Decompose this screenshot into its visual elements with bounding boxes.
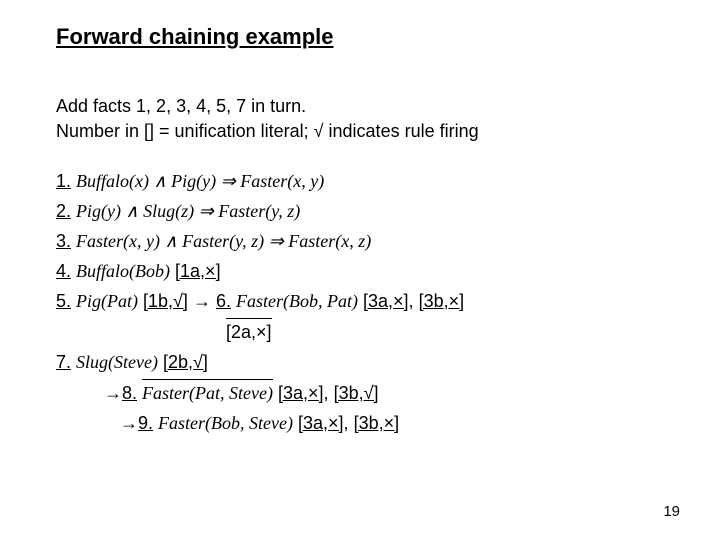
rule-9-tagb: [3b,×] xyxy=(354,413,400,433)
slide-title: Forward chaining example xyxy=(56,24,680,50)
rule-6-num: 6. xyxy=(216,291,231,311)
rule-2: 2. Pig(y) ∧ Slug(z) ⇒ Faster(y, z) xyxy=(56,198,680,226)
rule-1-num: 1. xyxy=(56,171,71,191)
rule-9-taga: [3a,×] xyxy=(298,413,344,433)
rule-9-body: Faster(Bob, Steve) xyxy=(158,413,293,433)
rule-9-comma: , xyxy=(344,413,349,433)
rule-7-num: 7. xyxy=(56,352,71,372)
intro-line1: Add facts 1, 2, 3, 4, 5, 7 in turn. xyxy=(56,96,306,116)
rule-1-body: Buffalo(x) ∧ Pig(y) ⇒ Faster(x, y) xyxy=(76,171,324,191)
rule-3: 3. Faster(x, y) ∧ Faster(y, z) ⇒ Faster(… xyxy=(56,228,680,256)
rule-4-tag: [1a,×] xyxy=(175,261,221,281)
rule-5-sub: [2a,×] xyxy=(226,318,680,347)
rule-3-body: Faster(x, y) ∧ Faster(y, z) ⇒ Faster(x, … xyxy=(76,231,371,251)
rule-8-tagb: [3b,√] xyxy=(334,383,379,403)
rule-2-num: 2. xyxy=(56,201,71,221)
rule-6-comma: , xyxy=(409,291,414,311)
rule-3-num: 3. xyxy=(56,231,71,251)
checkmark-icon: √ xyxy=(314,121,324,141)
rule-5-box: [2a,×] xyxy=(226,318,272,347)
rule-5-tag1: [1b,√] xyxy=(143,291,188,311)
rule-4: 4. Buffalo(Bob) [1a,×] xyxy=(56,258,680,286)
rule-8-num: 8. xyxy=(122,383,137,403)
rule-5: 5. Pig(Pat) [1b,√] → 6. Faster(Bob, Pat)… xyxy=(56,288,680,316)
rule-6-tagb: [3b,×] xyxy=(419,291,465,311)
rule-7-tag: [2b,√] xyxy=(163,352,208,372)
rule-8-taga: [3a,×] xyxy=(278,383,324,403)
rule-1: 1. Buffalo(x) ∧ Pig(y) ⇒ Faster(x, y) xyxy=(56,168,680,196)
rule-7-body: Slug(Steve) xyxy=(76,352,158,372)
rule-8: →8. Faster(Pat, Steve) [3a,×], [3b,√] xyxy=(104,379,680,408)
rule-7: 7. Slug(Steve) [2b,√] xyxy=(56,349,680,377)
rule-4-num: 4. xyxy=(56,261,71,281)
rule-2-body: Pig(y) ∧ Slug(z) ⇒ Faster(y, z) xyxy=(76,201,300,221)
rule-5-arrow: → xyxy=(193,291,216,311)
rule-6-taga: [3a,×] xyxy=(363,291,409,311)
rule-8-body: Faster(Pat, Steve) xyxy=(142,379,273,408)
slide: Forward chaining example Add facts 1, 2,… xyxy=(0,0,720,540)
rule-5-body: Pig(Pat) xyxy=(76,291,138,311)
rule-4-body: Buffalo(Bob) xyxy=(76,261,170,281)
rule-8-comma: , xyxy=(324,383,329,403)
rule-9-num: 9. xyxy=(138,413,153,433)
rule-9: →9. Faster(Bob, Steve) [3a,×], [3b,×] xyxy=(120,410,680,438)
rules-list: 1. Buffalo(x) ∧ Pig(y) ⇒ Faster(x, y) 2.… xyxy=(56,168,680,437)
rule-6-body: Faster(Bob, Pat) xyxy=(236,291,358,311)
intro-line2a: Number in [] = unification literal; xyxy=(56,121,314,141)
rule-8-arrow: → xyxy=(104,383,122,403)
intro-line2c: indicates rule firing xyxy=(329,121,479,141)
rule-9-arrow: → xyxy=(120,413,138,433)
page-number: 19 xyxy=(663,503,680,520)
intro-text: Add facts 1, 2, 3, 4, 5, 7 in turn. Numb… xyxy=(56,94,680,144)
rule-5-num: 5. xyxy=(56,291,71,311)
